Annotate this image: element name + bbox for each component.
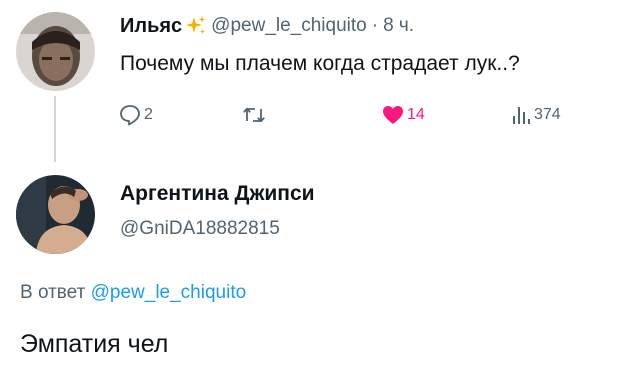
retweet-icon bbox=[243, 107, 265, 123]
reply-button[interactable]: 2 bbox=[118, 104, 153, 126]
sparkles-icon bbox=[185, 15, 207, 37]
reply-text: Эмпатия чел bbox=[20, 330, 169, 358]
avatar-ilyas-image bbox=[16, 12, 95, 91]
tweet-header: Ильяс @pew_le_chiquito · 8 ч. bbox=[120, 14, 414, 38]
separator-dot: · bbox=[371, 15, 379, 36]
replying-to-prefix: В ответ bbox=[20, 282, 86, 303]
reply-author-name[interactable]: Аргентина Джипси bbox=[120, 182, 315, 206]
retweet-button[interactable] bbox=[242, 104, 268, 126]
author-name[interactable]: Ильяс bbox=[120, 15, 182, 38]
like-count: 14 bbox=[407, 106, 425, 123]
thread-connector-line bbox=[54, 96, 56, 162]
heart-filled-icon bbox=[383, 106, 403, 124]
replying-to-mention-link[interactable]: @pew_le_chiquito bbox=[91, 282, 247, 303]
views-button[interactable]: 374 bbox=[510, 104, 561, 126]
comment-bubble-icon bbox=[120, 105, 140, 126]
replying-to-line: В ответ @pew_le_chiquito bbox=[20, 282, 246, 304]
avatar-ilyas[interactable] bbox=[16, 12, 95, 91]
reply-count: 2 bbox=[144, 106, 153, 123]
author-handle[interactable]: @pew_le_chiquito bbox=[211, 15, 367, 37]
tweet-timestamp[interactable]: 8 ч. bbox=[383, 15, 414, 37]
tweet-text: Почему мы плачем когда страдает лук..? bbox=[120, 52, 520, 75]
avatar-argentina[interactable] bbox=[16, 175, 95, 254]
analytics-bars-icon bbox=[513, 107, 530, 124]
like-button[interactable]: 14 bbox=[381, 104, 425, 126]
reply-author-handle[interactable]: @GniDA18882815 bbox=[120, 218, 280, 240]
view-count: 374 bbox=[534, 106, 561, 123]
avatar-argentina-image bbox=[16, 175, 95, 254]
